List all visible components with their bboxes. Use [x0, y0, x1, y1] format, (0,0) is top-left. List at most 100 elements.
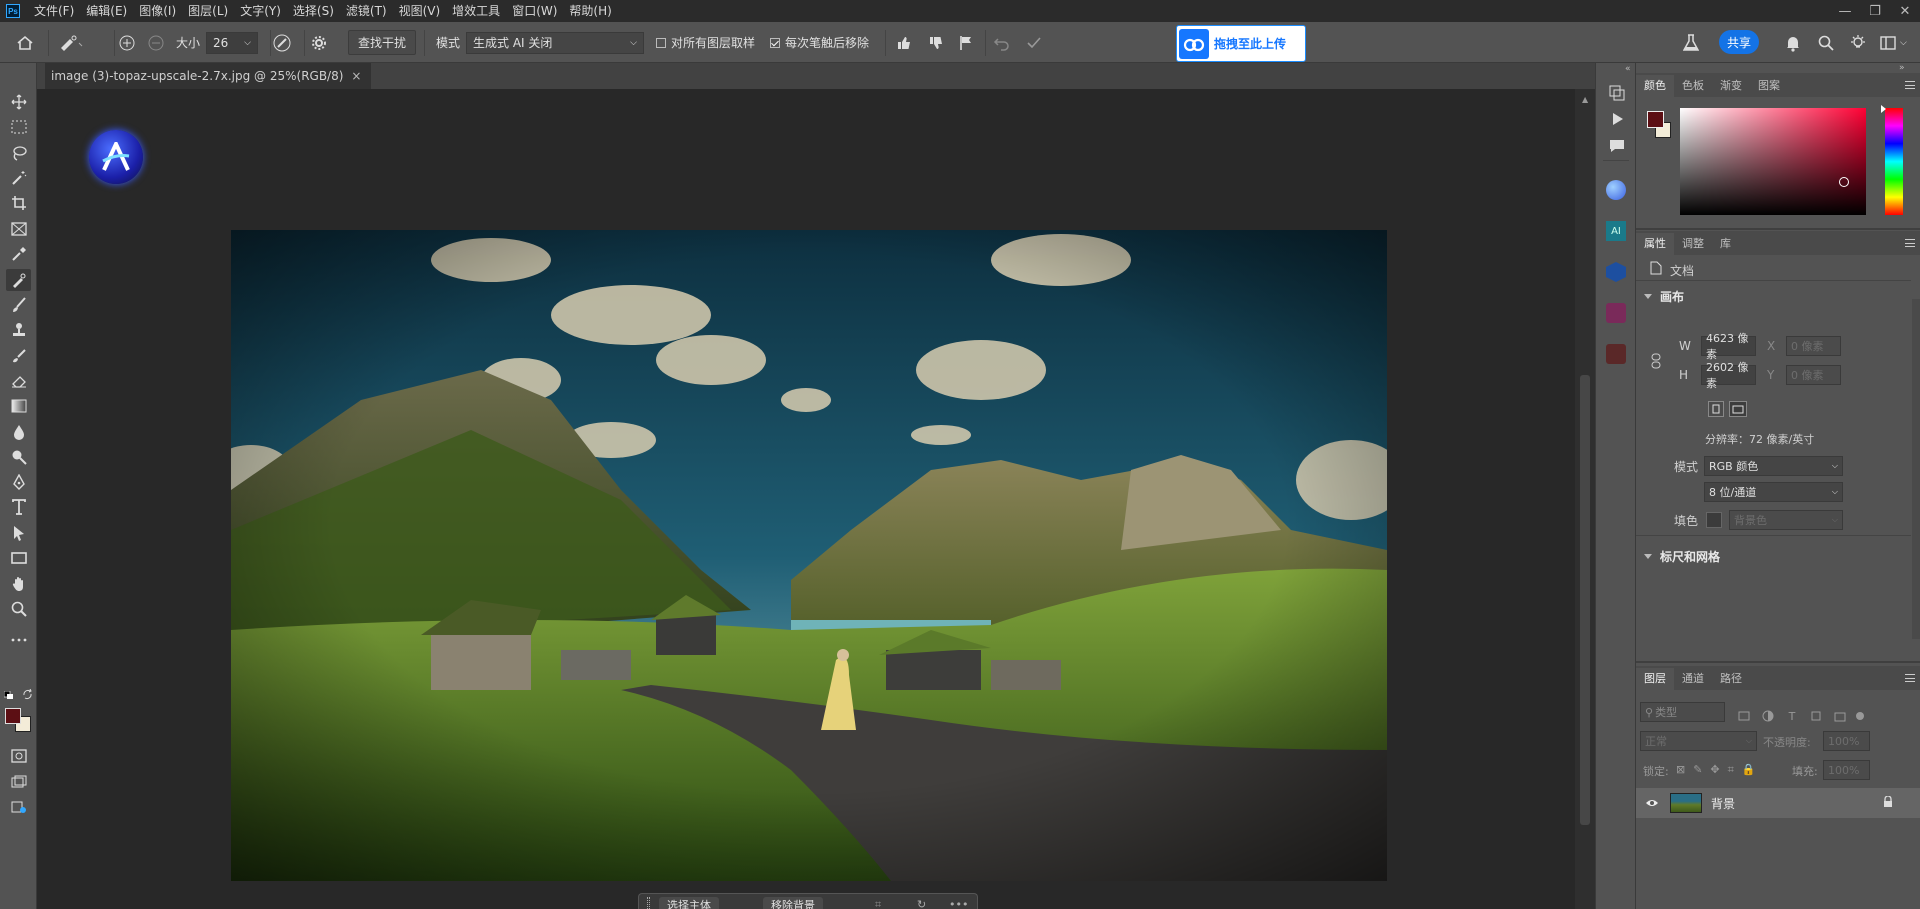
- filter-type-icon[interactable]: T: [1784, 708, 1800, 724]
- minimize-icon[interactable]: —: [1830, 0, 1860, 22]
- eraser-tool-icon[interactable]: [6, 370, 31, 392]
- bell-icon[interactable]: [1785, 22, 1801, 63]
- generative-icon[interactable]: [6, 796, 31, 818]
- layer-filter-select[interactable]: ⚲ 类型: [1640, 702, 1725, 722]
- close-window-icon[interactable]: ✕: [1890, 0, 1920, 22]
- filter-pixel-icon[interactable]: [1736, 708, 1752, 724]
- portrait-orientation-icon[interactable]: [1708, 401, 1724, 417]
- collapse-panels-icon[interactable]: »: [1899, 63, 1905, 73]
- move-tool-icon[interactable]: [6, 91, 31, 113]
- menu-view[interactable]: 视图(V): [393, 0, 447, 22]
- hue-slider[interactable]: [1881, 105, 1903, 215]
- menu-file[interactable]: 文件(F): [28, 0, 80, 22]
- tab-channels[interactable]: 通道: [1674, 668, 1712, 690]
- add-to-sample-icon[interactable]: [118, 22, 136, 63]
- menu-layer[interactable]: 图层(L): [182, 0, 234, 22]
- magic-wand-tool-icon[interactable]: [6, 167, 31, 189]
- color-mode-select[interactable]: RGB 颜色 ⌵: [1704, 456, 1843, 476]
- default-colors-icon[interactable]: [4, 691, 14, 699]
- canvas-section-toggle[interactable]: 画布: [1644, 288, 1684, 305]
- properties-scrollbar[interactable]: [1912, 299, 1920, 639]
- document-tab[interactable]: image (3)-topaz-upscale-2.7x.jpg @ 25%(R…: [45, 63, 372, 89]
- foreground-color-swatch[interactable]: [5, 708, 21, 724]
- undo-icon[interactable]: [993, 22, 1011, 63]
- assistant-logo[interactable]: [89, 130, 143, 184]
- lock-options-icons[interactable]: ⊠✎✥⌗🔒: [1676, 763, 1764, 777]
- bit-depth-select[interactable]: 8 位/通道 ⌵: [1704, 482, 1843, 502]
- type-tool-icon[interactable]: [6, 496, 31, 518]
- brush-tool-icon[interactable]: [6, 294, 31, 316]
- rulers-grids-section-toggle[interactable]: 标尺和网格: [1644, 548, 1720, 565]
- plugin-character-icon[interactable]: [1606, 344, 1626, 364]
- dodge-tool-icon[interactable]: [6, 446, 31, 468]
- tab-paths[interactable]: 路径: [1712, 668, 1750, 690]
- history-panel-icon[interactable]: [1609, 85, 1625, 101]
- crop-tool-icon[interactable]: [6, 192, 31, 214]
- height-input[interactable]: 2602 像素: [1701, 361, 1756, 390]
- panel-menu-icon[interactable]: [1905, 674, 1915, 682]
- menu-plugins[interactable]: 增效工具: [446, 0, 506, 22]
- lock-icon[interactable]: [1883, 796, 1893, 808]
- filter-shape-icon[interactable]: [1808, 708, 1824, 724]
- panel-menu-icon[interactable]: [1905, 81, 1915, 89]
- menu-window[interactable]: 窗口(W): [506, 0, 563, 22]
- eyedropper-tool-icon[interactable]: [6, 243, 31, 265]
- history-brush-tool-icon[interactable]: [6, 345, 31, 367]
- filter-smart-object-icon[interactable]: [1832, 708, 1848, 724]
- plugin-sphere-icon[interactable]: [1606, 180, 1626, 200]
- size-input[interactable]: 26 ⌵: [206, 31, 258, 54]
- collapse-dock-icon[interactable]: «: [1625, 64, 1631, 74]
- spot-healing-tool-icon[interactable]: [6, 269, 31, 291]
- drag-handle-icon[interactable]: [647, 897, 650, 909]
- marquee-tool-icon[interactable]: [6, 116, 31, 138]
- flag-icon[interactable]: [959, 22, 973, 63]
- comments-icon[interactable]: [1609, 139, 1625, 153]
- crop-icon[interactable]: ⌗: [875, 898, 881, 909]
- rotate-icon[interactable]: ↻: [917, 898, 926, 909]
- menu-filter[interactable]: 滤镜(T): [340, 0, 393, 22]
- eye-icon[interactable]: [1645, 798, 1659, 808]
- panel-menu-icon[interactable]: [1905, 239, 1915, 247]
- tab-libraries[interactable]: 库: [1712, 233, 1739, 255]
- hand-tool-icon[interactable]: [6, 573, 31, 595]
- thumbs-down-icon[interactable]: [928, 22, 944, 63]
- plugin-hexagon-icon[interactable]: [1606, 262, 1626, 282]
- menu-edit[interactable]: 编辑(E): [80, 0, 133, 22]
- swap-colors-icon[interactable]: [22, 689, 33, 700]
- remove-after-stroke-checkbox[interactable]: 每次笔触后移除: [770, 22, 869, 63]
- gradient-tool-icon[interactable]: [6, 395, 31, 417]
- scroll-up-icon[interactable]: ▲: [1582, 95, 1588, 104]
- color-picker-field[interactable]: [1680, 108, 1866, 215]
- tab-properties[interactable]: 属性: [1636, 233, 1674, 255]
- tab-color[interactable]: 颜色: [1636, 75, 1674, 97]
- mode-select[interactable]: 生成式 AI 关闭 ⌵: [466, 31, 644, 54]
- flask-icon[interactable]: [1683, 22, 1699, 63]
- restore-icon[interactable]: ❐: [1860, 0, 1890, 22]
- filter-adjustment-icon[interactable]: [1760, 708, 1776, 724]
- panel-foreground-swatch[interactable]: [1647, 111, 1664, 128]
- select-subject-button[interactable]: 选择主体: [659, 897, 719, 909]
- sample-all-layers-checkbox[interactable]: 对所有图层取样: [656, 22, 755, 63]
- lasso-tool-icon[interactable]: [6, 142, 31, 164]
- menu-type[interactable]: 文字(Y): [234, 0, 287, 22]
- menu-image[interactable]: 图像(I): [133, 0, 182, 22]
- lightbulb-icon[interactable]: [1849, 22, 1867, 63]
- zoom-tool-icon[interactable]: [6, 598, 31, 620]
- remove-background-button[interactable]: 移除背景: [763, 897, 823, 909]
- rectangle-tool-icon[interactable]: [6, 547, 31, 569]
- link-dimensions-icon[interactable]: [1651, 353, 1661, 369]
- search-icon[interactable]: [1818, 22, 1834, 63]
- scrollbar-thumb[interactable]: [1580, 375, 1590, 825]
- pressure-size-icon[interactable]: [272, 22, 292, 63]
- screen-mode-icon[interactable]: [6, 771, 31, 793]
- find-distractions-button[interactable]: 查找干扰: [348, 30, 417, 55]
- close-tab-icon[interactable]: ×: [351, 69, 361, 83]
- layer-row[interactable]: 背景: [1636, 788, 1920, 818]
- path-selection-tool-icon[interactable]: [6, 522, 31, 544]
- pen-tool-icon[interactable]: [6, 471, 31, 493]
- tab-layers[interactable]: 图层: [1636, 668, 1674, 690]
- blur-tool-icon[interactable]: [6, 421, 31, 443]
- filter-toggle-icon[interactable]: [1852, 708, 1868, 724]
- actions-play-icon[interactable]: [1610, 112, 1624, 126]
- width-input[interactable]: 4623 像素: [1701, 332, 1756, 361]
